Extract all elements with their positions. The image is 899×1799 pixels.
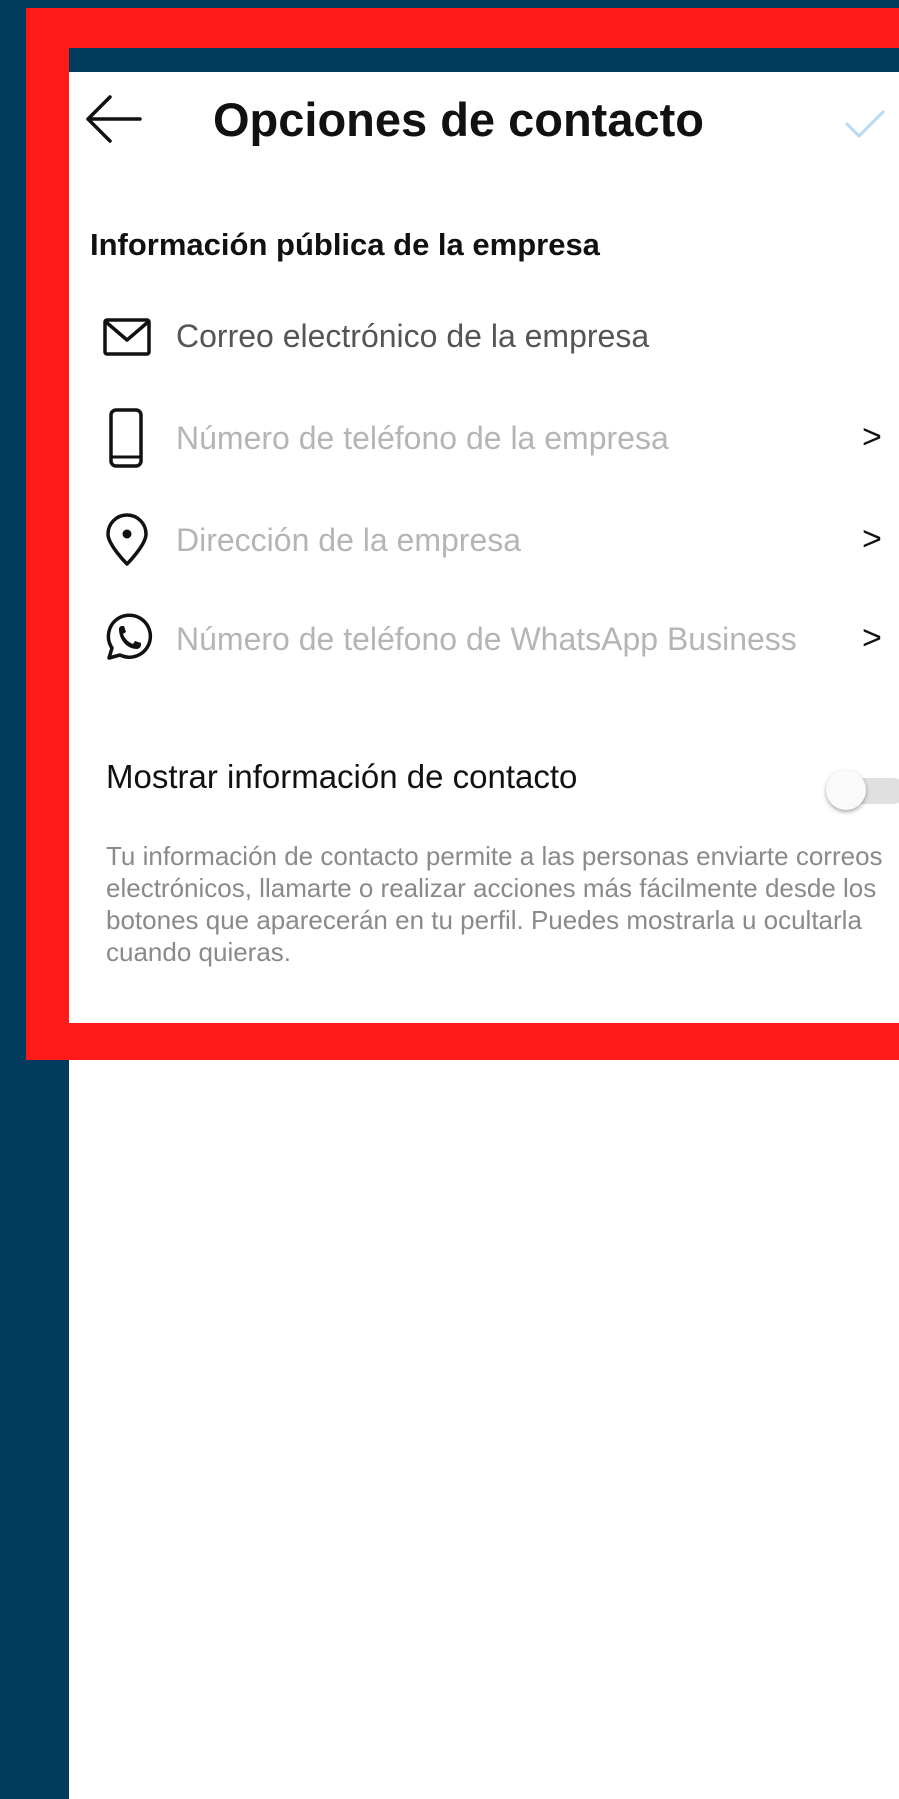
highlight-frame	[26, 8, 899, 1060]
